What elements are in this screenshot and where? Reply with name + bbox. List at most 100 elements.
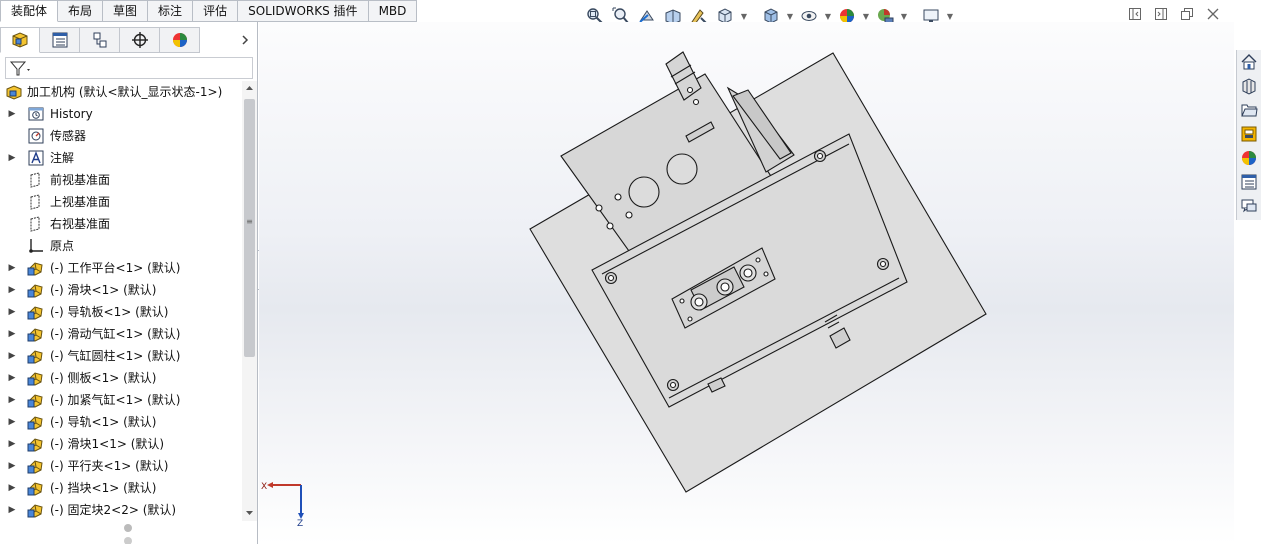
feature-manager-panel: 加工机构 (默认<默认_显示状态-1>) ▶ History 传感器 ▶ 注解前视基准面上… (0, 22, 258, 544)
part-icon (27, 457, 45, 475)
tree-root[interactable]: 加工机构 (默认<默认_显示状态-1>) (0, 81, 242, 103)
history-icon (27, 105, 45, 123)
tree-item[interactable]: 传感器 (0, 125, 242, 147)
tree-item[interactable]: ▶ (-) 固定块2<2> (默认) (0, 499, 242, 521)
configuration-manager-tab-icon[interactable] (80, 27, 120, 53)
tree-item[interactable]: ▶ (-) 侧板<1> (默认) (0, 367, 242, 389)
command-tab[interactable]: MBD (368, 0, 418, 22)
grip-icon: ≡ (246, 217, 253, 226)
expand-arrow-icon[interactable]: ▶ (7, 499, 17, 521)
triad-x-label: X (261, 482, 267, 492)
property-manager-tab-icon[interactable] (40, 27, 80, 53)
view-palette-icon[interactable] (1237, 122, 1261, 146)
restore-left-icon[interactable] (1126, 6, 1144, 22)
expand-arrow-icon[interactable]: ▶ (7, 323, 17, 345)
expand-arrow-icon[interactable]: ▶ (7, 279, 17, 301)
tree-item-label: (-) 固定块2<2> (默认) (50, 503, 177, 517)
tree-item[interactable]: ▶ (-) 导轨<1> (默认) (0, 411, 242, 433)
tree-item[interactable]: ▶ (-) 加紧气缸<1> (默认) (0, 389, 242, 411)
tree-item-label: (-) 导轨板<1> (默认) (50, 305, 169, 319)
expand-arrow-icon[interactable]: ▶ (7, 257, 17, 279)
scroll-up-icon[interactable] (245, 84, 254, 92)
tree-item-label: (-) 滑动气缸<1> (默认) (50, 327, 181, 341)
expand-arrow-icon[interactable]: ▶ (7, 147, 17, 169)
plane-icon (27, 215, 45, 233)
tree-item[interactable]: ▶ (-) 滑块<1> (默认) (0, 279, 242, 301)
tree-item-label: (-) 气缸圆柱<1> (默认) (50, 349, 181, 363)
tree-item-label: (-) 侧板<1> (默认) (50, 371, 157, 385)
feature-tree: 加工机构 (默认<默认_显示状态-1>) ▶ History 传感器 ▶ 注解前视基准面上… (0, 81, 242, 521)
part-icon (27, 347, 45, 365)
restore-right-icon[interactable] (1152, 6, 1170, 22)
tree-item[interactable]: ▶ (-) 挡块<1> (默认) (0, 477, 242, 499)
expand-arrow-icon[interactable]: ▶ (7, 433, 17, 455)
tree-item[interactable]: ▶ (-) 导轨板<1> (默认) (0, 301, 242, 323)
tree-item-label: (-) 挡块<1> (默认) (50, 481, 157, 495)
command-tab[interactable]: SOLIDWORKS 插件 (238, 0, 369, 22)
tree-item[interactable]: ▶ (-) 滑块1<1> (默认) (0, 433, 242, 455)
restore-window-icon[interactable] (1178, 6, 1196, 22)
tree-item[interactable]: ▶ (-) 气缸圆柱<1> (默认) (0, 345, 242, 367)
plane-icon (27, 171, 45, 189)
expand-arrow-icon[interactable]: ▶ (7, 367, 17, 389)
tree-item[interactable]: 右视基准面 (0, 213, 242, 235)
appearances-icon[interactable] (1237, 146, 1261, 170)
part-icon (27, 391, 45, 409)
tree-item-label: History (50, 107, 93, 121)
graphics-viewport[interactable]: X Z (259, 22, 1234, 544)
expand-arrow-icon[interactable]: ▶ (7, 301, 17, 323)
origin-icon (27, 237, 45, 255)
tree-scrollbar[interactable]: ≡ (242, 81, 257, 521)
expand-arrow-icon[interactable]: ▶ (7, 455, 17, 477)
assembly-icon (5, 83, 23, 101)
tree-item[interactable]: ▶ (-) 滑动气缸<1> (默认) (0, 323, 242, 345)
tree-item-label: 传感器 (50, 129, 87, 143)
chevron-right-icon[interactable] (238, 32, 252, 48)
coordinate-triad: X Z (261, 482, 304, 527)
tree-item-label: 上视基准面 (50, 195, 111, 209)
tree-root-label: 加工机构 (默认<默认_显示状态-1>) (27, 85, 223, 99)
tree-item[interactable]: ▶ (-) 工作平台<1> (默认) (0, 257, 242, 279)
tree-item[interactable]: 原点 (0, 235, 242, 257)
expand-arrow-icon[interactable]: ▶ (7, 345, 17, 367)
custom-properties-icon[interactable] (1237, 170, 1261, 194)
tree-filter-input[interactable] (5, 57, 253, 79)
part-icon (27, 325, 45, 343)
expand-arrow-icon[interactable]: ▶ (7, 411, 17, 433)
tree-item[interactable]: ▶ (-) 平行夹<1> (默认) (0, 455, 242, 477)
part-icon (27, 369, 45, 387)
command-tab[interactable]: 布局 (58, 0, 104, 22)
dimxpert-manager-tab-icon[interactable] (120, 27, 160, 53)
tree-item[interactable]: 上视基准面 (0, 191, 242, 213)
expand-arrow-icon[interactable]: ▶ (7, 389, 17, 411)
tree-item-label: 注解 (50, 151, 75, 165)
tree-item[interactable]: ▶ History (0, 103, 242, 125)
feature-manager-tab-icon[interactable] (0, 27, 40, 53)
design-library-icon[interactable] (1237, 74, 1261, 98)
tree-scrollbar-thumb[interactable]: ≡ (244, 99, 255, 357)
tree-item[interactable]: 前视基准面 (0, 169, 242, 191)
expand-arrow-icon[interactable]: ▶ (7, 103, 17, 125)
assembly-model[interactable] (259, 22, 1234, 544)
command-tab[interactable]: 评估 (193, 0, 239, 22)
tree-item-label: (-) 导轨<1> (默认) (50, 415, 157, 429)
resize-dot-icon[interactable] (124, 524, 132, 532)
expand-arrow-icon[interactable]: ▶ (7, 477, 17, 499)
forum-icon[interactable] (1237, 194, 1261, 218)
tree-item-label: 前视基准面 (50, 173, 111, 187)
tree-item-label: (-) 平行夹<1> (默认) (50, 459, 169, 473)
home-icon[interactable] (1237, 50, 1261, 74)
close-icon[interactable] (1204, 6, 1222, 22)
command-tab[interactable]: 装配体 (0, 0, 59, 22)
display-manager-tab-icon[interactable] (160, 27, 200, 53)
tree-item[interactable]: ▶ 注解 (0, 147, 242, 169)
scroll-down-icon[interactable] (245, 509, 254, 517)
file-explorer-icon[interactable] (1237, 98, 1261, 122)
tree-item-label: 右视基准面 (50, 217, 111, 231)
resize-dot-icon[interactable] (124, 537, 132, 544)
command-tab[interactable]: 标注 (148, 0, 194, 22)
triad-z-label: Z (297, 519, 303, 527)
command-tab[interactable]: 草图 (103, 0, 149, 22)
sensor-icon (27, 127, 45, 145)
filter-icon[interactable] (9, 60, 35, 78)
